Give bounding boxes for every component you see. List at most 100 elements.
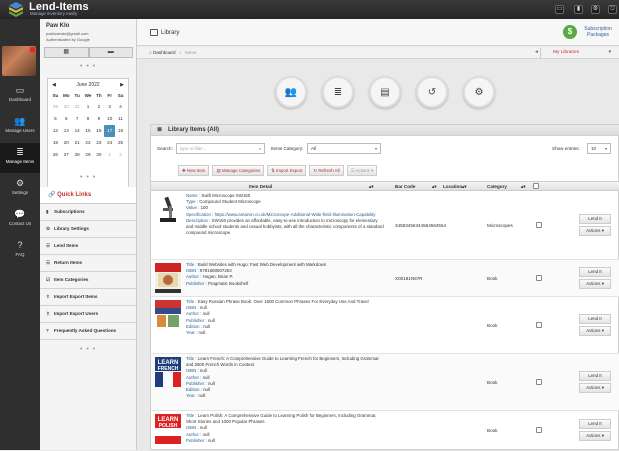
lend-it-button[interactable]: Lend It [579, 419, 611, 429]
row-checkbox[interactable] [536, 379, 542, 385]
calendar-day[interactable]: 3 [104, 101, 115, 113]
book-cover-image[interactable] [155, 300, 181, 330]
calendar-day[interactable]: 27 [61, 149, 72, 161]
calendar-day[interactable]: 21 [72, 137, 83, 149]
specification-link[interactable]: https://www.amazon.co.uk/Microscope-Addi… [215, 212, 376, 217]
row-actions-button[interactable]: Actions ▾ [579, 326, 611, 336]
calendar-day[interactable]: 2 [115, 149, 126, 161]
calendar-day[interactable]: 16 [93, 125, 104, 137]
col-location[interactable]: Location [443, 184, 462, 189]
tab-notes[interactable]: ▬ [88, 47, 133, 58]
calendar-day[interactable]: 25 [115, 137, 126, 149]
lend-it-button[interactable]: Lend It [579, 371, 611, 381]
calendar-day[interactable]: 6 [61, 113, 72, 125]
calendar-day[interactable]: 13 [61, 125, 72, 137]
calendar-day[interactable]: 30 [93, 149, 104, 161]
select-all-checkbox[interactable] [533, 183, 539, 189]
import-export-button[interactable]: ⇅ Import Export [267, 165, 307, 176]
tab-calendar[interactable]: ▦ [44, 47, 89, 58]
bookmark-icon[interactable]: ▮ [574, 5, 583, 14]
calendar-day[interactable]: 31 [72, 101, 83, 113]
col-item-detail[interactable]: Item Detail [249, 184, 272, 189]
calendar-day[interactable]: 14 [72, 125, 83, 137]
col-bar-code[interactable]: Bar Code [395, 184, 415, 189]
calendar-day[interactable]: 26 [50, 149, 61, 161]
quick-link-item[interactable]: ☑ Item Categories [40, 272, 136, 289]
gear-icon[interactable]: ⚙ [591, 5, 600, 14]
calendar-day[interactable]: 28 [72, 149, 83, 161]
calendar-day[interactable]: 8 [83, 113, 94, 125]
calendar-day[interactable]: 2 [93, 101, 104, 113]
table-row[interactable]: LEARN POLISH Title : Learn Polish: A Compr… [151, 411, 619, 451]
calendar-day[interactable]: 9 [93, 113, 104, 125]
quick-link-item[interactable]: ▮ Subscriptions [40, 204, 136, 221]
col-category[interactable]: Category [487, 184, 507, 189]
id-card-icon[interactable]: ▤ [369, 76, 401, 108]
lend-it-button[interactable]: Lend It [579, 267, 611, 277]
sort-icon[interactable]: ▴▾ [462, 184, 467, 190]
show-entries-select[interactable]: 10 ▾ [587, 143, 611, 154]
calendar-day[interactable]: 24 [104, 137, 115, 149]
row-checkbox[interactable] [536, 275, 542, 281]
speaker-icon[interactable]: ◄ [534, 49, 539, 55]
sort-icon[interactable]: ▴▾ [521, 184, 526, 190]
table-row[interactable]: Name : Swift Microscope SW150 Type : Comp… [151, 191, 619, 260]
calendar-day[interactable]: 1 [104, 149, 115, 161]
table-row[interactable]: Title : Build Websites with Hugo: Fast W… [151, 260, 619, 297]
table-row[interactable]: LEARN FRENCH Title : Learn French: A Compr… [151, 354, 619, 411]
row-actions-button[interactable]: Actions ▾ [579, 383, 611, 393]
calendar-day[interactable]: 11 [115, 113, 126, 125]
nav-dashboard[interactable]: ▭ Dashboard [0, 81, 40, 111]
calendar-day[interactable]: 15 [83, 125, 94, 137]
quick-link-item[interactable]: ⇪ Import Export Items [40, 289, 136, 306]
quick-link-item[interactable]: ? Frequently Asked Questions [40, 323, 136, 340]
gear-icon[interactable]: ⚙ [463, 76, 495, 108]
users-icon[interactable]: 👥 [275, 76, 307, 108]
nav-faq[interactable]: ? FAQ [0, 236, 40, 266]
new-item-button[interactable]: ✚ New Item [178, 165, 210, 176]
nav-manage-users[interactable]: 👥 Manage Users [0, 112, 40, 142]
table-row[interactable]: Title : Easy Russian Phrase Book: Over 1… [151, 297, 619, 354]
calendar-day[interactable]: 4 [115, 101, 126, 113]
calendar-day[interactable]: 12 [50, 125, 61, 137]
quick-link-item[interactable]: ⚙ Library Settings [40, 221, 136, 238]
calendar-day[interactable]: 5 [50, 113, 61, 125]
manage-categories-button[interactable]: ▤ Manage Categories [212, 165, 265, 176]
prev-month-icon[interactable]: ◀ [52, 79, 56, 91]
avatar[interactable] [2, 46, 36, 76]
calendar-day[interactable]: 20 [61, 137, 72, 149]
calendar-day[interactable]: 17 [104, 125, 116, 137]
row-checkbox[interactable] [536, 427, 542, 433]
row-actions-button[interactable]: Actions ▾ [579, 431, 611, 441]
lend-it-button[interactable]: Lend It [579, 314, 611, 324]
category-select[interactable]: All ▾ [307, 143, 381, 154]
book-cover-image[interactable]: LEARNPOLISH [155, 414, 181, 444]
history-icon[interactable]: ↺ [416, 76, 448, 108]
nav-contact-us[interactable]: 💬 Contact Us [0, 205, 40, 235]
book-cover-image[interactable]: LEARNFRENCH [155, 357, 181, 387]
quick-link-item[interactable]: ⇪ Import Export Users [40, 306, 136, 323]
nav-settings[interactable]: ⚙ Settings [0, 174, 40, 204]
row-actions-button[interactable]: Actions ▾ [579, 279, 611, 289]
search-input[interactable]: type to filter... ⌕ [176, 143, 265, 154]
book-cover-image[interactable] [155, 263, 181, 293]
my-libraries-dropdown[interactable]: My Libraries ▾ [540, 48, 614, 58]
nav-manage-items[interactable]: ≣ Manage Items [0, 143, 40, 173]
row-actions-button[interactable]: Actions ▾ [579, 226, 611, 236]
breadcrumb-home[interactable]: Dashboard [153, 50, 175, 55]
exit-icon[interactable]: ⎋ [608, 5, 617, 14]
calendar-day[interactable]: 18 [115, 125, 126, 137]
calendar-day[interactable]: 1 [83, 101, 94, 113]
calendar-day[interactable]: 23 [93, 137, 104, 149]
calendar-day[interactable]: 10 [104, 113, 115, 125]
row-checkbox[interactable] [536, 322, 542, 328]
stack-icon[interactable]: ≣ [322, 76, 354, 108]
calendar-day[interactable]: 19 [50, 137, 61, 149]
calendar-day[interactable]: 30 [61, 101, 72, 113]
next-month-icon[interactable]: ▶ [120, 79, 124, 91]
row-checkbox[interactable] [536, 222, 542, 228]
refresh-all-button[interactable]: ↻ Refresh All [309, 165, 344, 176]
sort-icon[interactable]: ▴▾ [432, 184, 437, 190]
quick-link-item[interactable]: ☰ Return Items [40, 255, 136, 272]
monitor-icon[interactable]: ▭ [555, 5, 564, 14]
